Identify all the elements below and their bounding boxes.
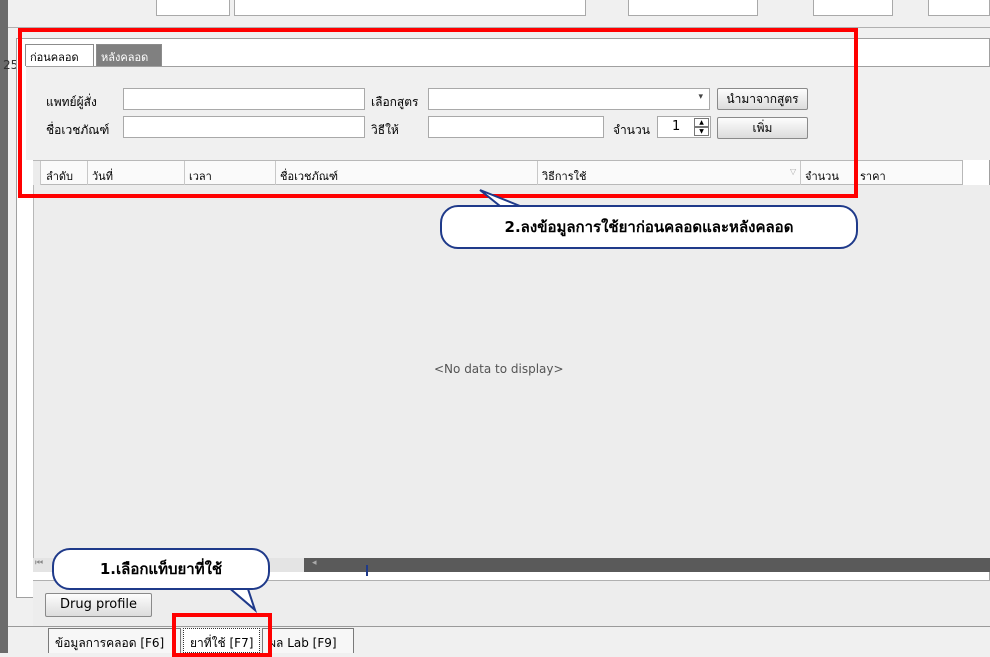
- callout2-pointer: [479, 189, 521, 207]
- callout-step-1: 1.เลือกแท็บยาที่ใช้: [52, 548, 270, 590]
- callout-step-2: 2.ลงข้อมูลการใช้ยาก่อนคลอดและหลังคลอด: [440, 205, 858, 249]
